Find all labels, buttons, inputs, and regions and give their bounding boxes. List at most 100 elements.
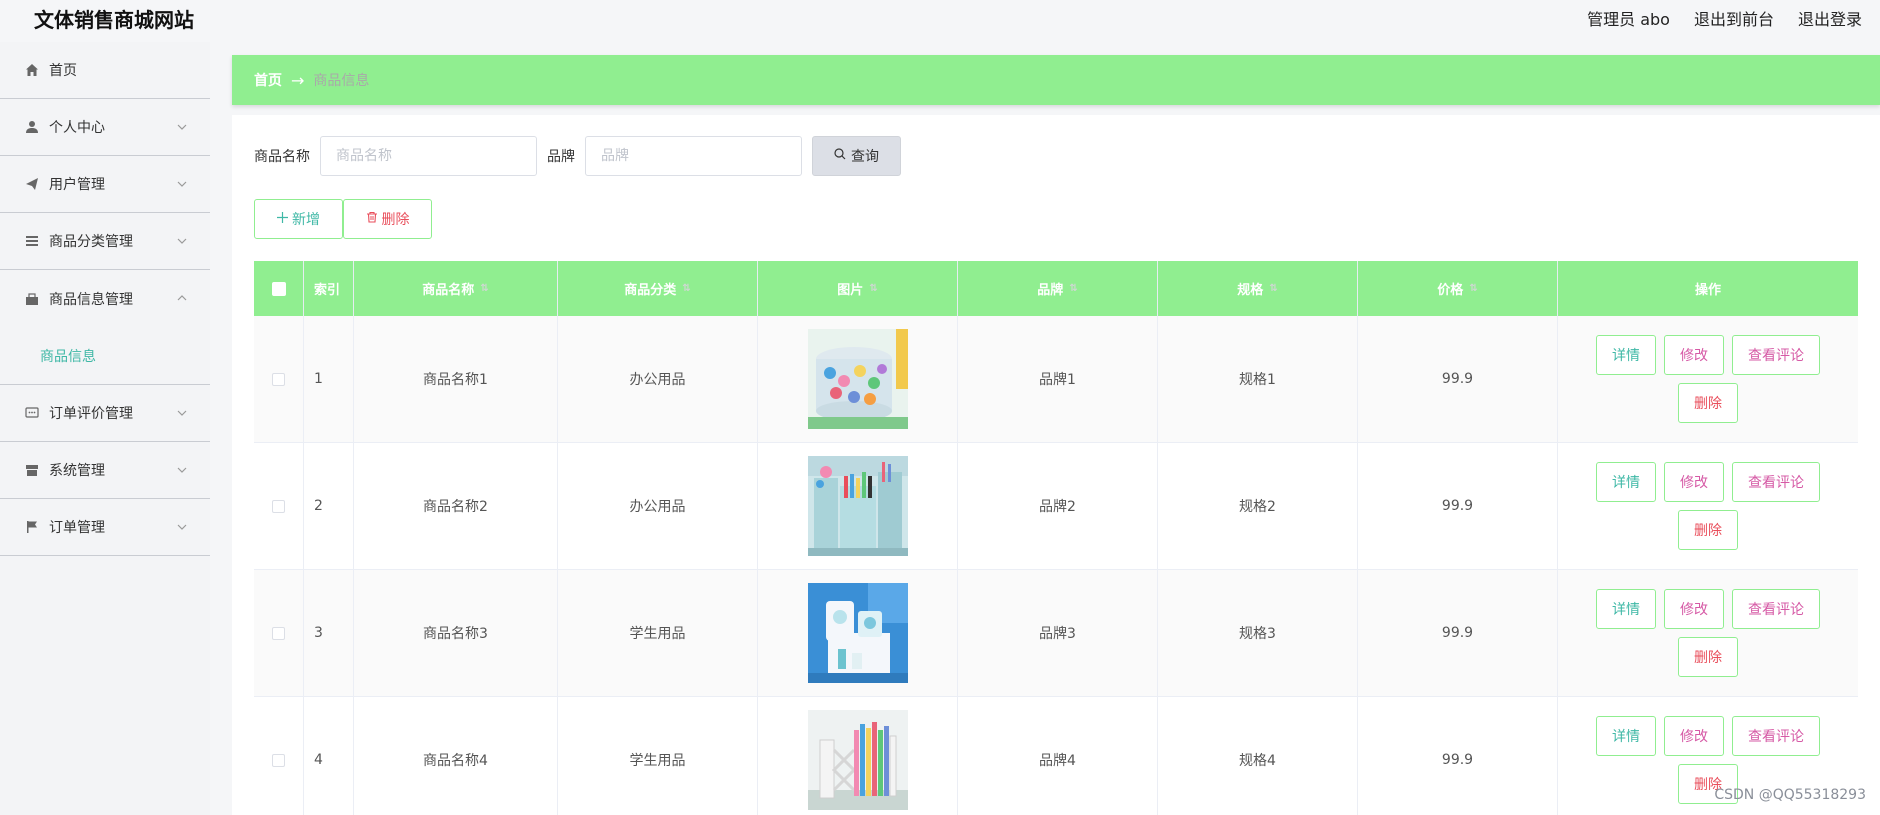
- price-cell: 99.9: [1358, 697, 1558, 815]
- sidebar-item-reviews[interactable]: 订单评价管理: [0, 385, 210, 442]
- sort-icon[interactable]: ⇅: [1269, 283, 1277, 294]
- sort-icon[interactable]: ⇅: [869, 283, 877, 294]
- table-row: 2 商品名称2 办公用品 品牌2 规格2 99.9 详情 修改 查看评论 删除: [254, 443, 1858, 570]
- view-reviews-button[interactable]: 查看评论: [1732, 716, 1820, 756]
- chevron-up-icon: [177, 295, 187, 301]
- row-checkbox[interactable]: [272, 499, 285, 513]
- sidebar-item-label: 订单管理: [49, 520, 105, 536]
- view-reviews-button[interactable]: 查看评论: [1732, 462, 1820, 502]
- sidebar-item-personal[interactable]: 个人中心: [0, 99, 210, 156]
- product-image[interactable]: [807, 329, 908, 429]
- breadcrumb-home[interactable]: 首页: [254, 70, 282, 90]
- category-cell: 办公用品: [558, 443, 758, 569]
- column-header-category[interactable]: 商品分类 ⇅: [558, 261, 758, 316]
- actions-line: 详情 修改 查看评论: [1596, 589, 1820, 629]
- edit-button[interactable]: 修改: [1664, 589, 1724, 629]
- plus-icon: [277, 211, 288, 227]
- top-actions: 管理员 abo 退出到前台 退出登录: [1587, 6, 1880, 30]
- to-front-link[interactable]: 退出到前台: [1694, 6, 1774, 30]
- content-panel: 商品名称 品牌 查询 新增 删除: [232, 115, 1880, 815]
- add-button[interactable]: 新增: [254, 199, 343, 239]
- edit-button[interactable]: 修改: [1664, 716, 1724, 756]
- row-delete-button[interactable]: 删除: [1678, 510, 1738, 550]
- logout-link[interactable]: 退出登录: [1798, 6, 1862, 30]
- sidebar-item-home[interactable]: 首页: [0, 42, 210, 99]
- query-button[interactable]: 查询: [812, 136, 901, 176]
- row-delete-button[interactable]: 删除: [1678, 383, 1738, 423]
- column-header-price[interactable]: 价格 ⇅: [1358, 261, 1558, 316]
- chevron-down-icon: [177, 238, 187, 244]
- sidebar-item-users[interactable]: 用户管理: [0, 156, 210, 213]
- select-all-cell: [254, 261, 304, 316]
- sidebar-item-categories[interactable]: 商品分类管理: [0, 213, 210, 270]
- action-buttons: 新增 删除: [254, 199, 432, 239]
- category-cell: 办公用品: [558, 316, 758, 442]
- row-select-cell: [254, 697, 304, 815]
- index-cell: 1: [304, 316, 354, 442]
- index-cell: 3: [304, 570, 354, 696]
- batch-delete-button[interactable]: 删除: [343, 199, 432, 239]
- detail-button[interactable]: 详情: [1596, 335, 1656, 375]
- chevron-down-icon: [177, 181, 187, 187]
- edit-button[interactable]: 修改: [1664, 335, 1724, 375]
- sidebar-item-label: 商品信息管理: [49, 291, 133, 308]
- send-icon: [24, 176, 40, 192]
- name-cell: 商品名称1: [354, 316, 558, 442]
- column-header-image[interactable]: 图片 ⇅: [758, 261, 958, 316]
- sidebar-item-system[interactable]: 系统管理: [0, 442, 210, 499]
- column-header-spec[interactable]: 规格 ⇅: [1158, 261, 1358, 316]
- select-all-checkbox[interactable]: [271, 281, 286, 296]
- table-header: 索引 商品名称 ⇅ 商品分类 ⇅ 图片 ⇅ 品牌 ⇅ 规格 ⇅ 价格 ⇅ 操作: [254, 261, 1858, 316]
- row-checkbox[interactable]: [272, 372, 285, 386]
- sidebar-item-label: 首页: [49, 63, 77, 79]
- name-cell: 商品名称2: [354, 443, 558, 569]
- row-delete-button[interactable]: 删除: [1678, 637, 1738, 677]
- view-reviews-button[interactable]: 查看评论: [1732, 335, 1820, 375]
- actions-line: 详情 修改 查看评论: [1596, 462, 1820, 502]
- row-checkbox[interactable]: [272, 753, 285, 767]
- chevron-down-icon: [177, 410, 187, 416]
- index-cell: 2: [304, 443, 354, 569]
- product-image[interactable]: [807, 583, 908, 683]
- sort-icon[interactable]: ⇅: [1069, 283, 1077, 294]
- home-icon: [24, 62, 40, 78]
- breadcrumb: 首页 → 商品信息: [232, 55, 1880, 105]
- chevron-down-icon: [177, 524, 187, 530]
- spec-cell: 规格3: [1158, 570, 1358, 696]
- price-cell: 99.9: [1358, 443, 1558, 569]
- image-cell: [758, 316, 958, 442]
- row-checkbox[interactable]: [272, 626, 285, 640]
- list-icon: [24, 233, 40, 249]
- flag-icon: [24, 519, 40, 535]
- sort-icon[interactable]: ⇅: [1469, 283, 1477, 294]
- product-image[interactable]: [807, 456, 908, 556]
- image-cell: [758, 570, 958, 696]
- sidebar-item-label: 订单评价管理: [49, 406, 133, 422]
- sidebar-subitem-product-info[interactable]: 商品信息: [0, 327, 210, 385]
- product-image[interactable]: [807, 710, 908, 810]
- column-header-brand[interactable]: 品牌 ⇅: [958, 261, 1158, 316]
- detail-button[interactable]: 详情: [1596, 716, 1656, 756]
- sort-icon[interactable]: ⇅: [682, 283, 690, 294]
- brand-input[interactable]: [585, 136, 802, 176]
- sidebar-item-orders[interactable]: 订单管理: [0, 499, 210, 556]
- view-reviews-button[interactable]: 查看评论: [1732, 589, 1820, 629]
- column-header-name[interactable]: 商品名称 ⇅: [354, 261, 558, 316]
- actions-line: 删除: [1678, 383, 1738, 423]
- chevron-down-icon: [177, 124, 187, 130]
- add-button-label: 新增: [292, 212, 320, 228]
- edit-button[interactable]: 修改: [1664, 462, 1724, 502]
- detail-button[interactable]: 详情: [1596, 589, 1656, 629]
- actions-cell: 详情 修改 查看评论 删除: [1558, 443, 1858, 569]
- product-name-input[interactable]: [320, 136, 537, 176]
- detail-button[interactable]: 详情: [1596, 462, 1656, 502]
- spec-cell: 规格2: [1158, 443, 1358, 569]
- sidebar-item-products[interactable]: 商品信息管理: [0, 270, 210, 327]
- sidebar: 首页 个人中心 用户管理 商品分类管理 商品信息管理 商品信息 订单评价管理 系…: [0, 42, 210, 815]
- sort-icon[interactable]: ⇅: [480, 283, 488, 294]
- table-row: 4 商品名称4 学生用品 品牌4 规格4 99.9 详情 修改 查看评论 删除: [254, 697, 1858, 815]
- index-cell: 4: [304, 697, 354, 815]
- column-header-index: 索引: [304, 261, 354, 316]
- chat-icon: [24, 405, 40, 421]
- brand-cell: 品牌1: [958, 316, 1158, 442]
